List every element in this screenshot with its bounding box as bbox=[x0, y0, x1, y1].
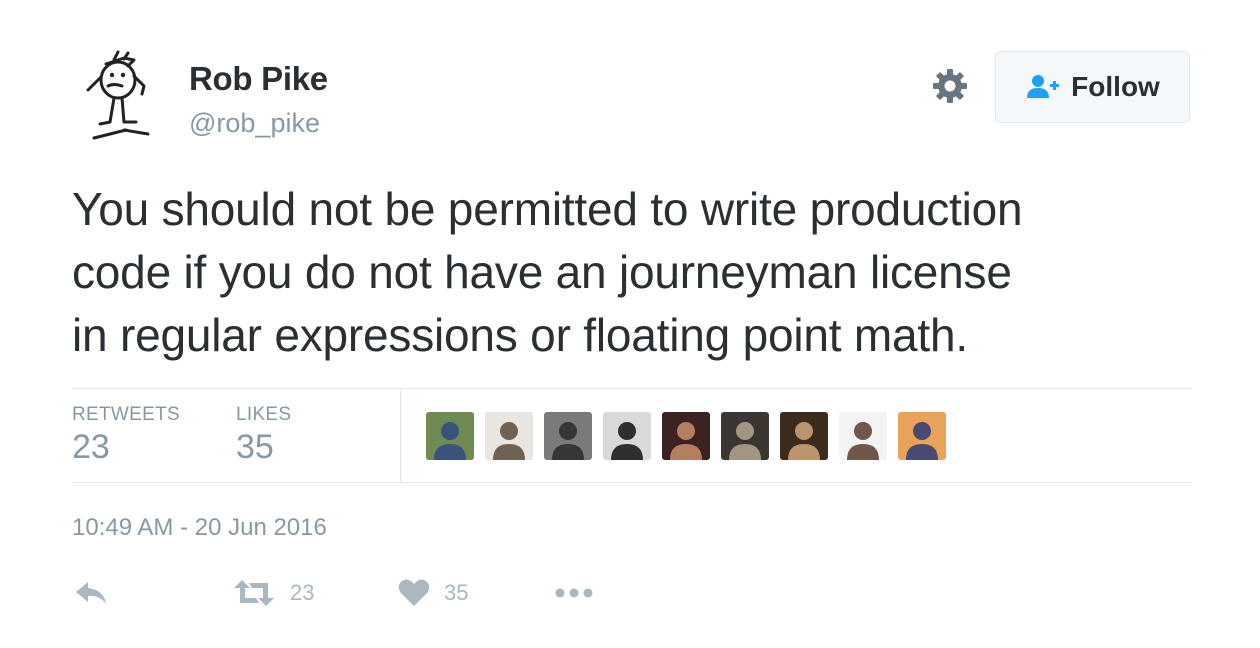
liker-avatars bbox=[426, 412, 946, 460]
liker-avatar-7[interactable] bbox=[780, 412, 828, 460]
retweet-count: 23 bbox=[290, 580, 315, 605]
heart-icon bbox=[398, 579, 430, 606]
liker-avatar-1[interactable] bbox=[426, 412, 474, 460]
likes-count[interactable]: 35 bbox=[236, 428, 274, 467]
retweet-icon bbox=[234, 580, 274, 606]
stats-divider bbox=[400, 389, 401, 482]
more-button[interactable] bbox=[554, 578, 594, 608]
stick-figure-avatar-icon bbox=[86, 50, 150, 140]
liker-avatar-9[interactable] bbox=[898, 412, 946, 460]
retweets-count[interactable]: 23 bbox=[72, 428, 110, 467]
tweet-text-line: code if you do not have an journeyman li… bbox=[72, 246, 1012, 298]
liker-avatar-6[interactable] bbox=[721, 412, 769, 460]
follow-button[interactable]: Follow bbox=[995, 51, 1190, 123]
gear-icon[interactable] bbox=[930, 66, 970, 106]
liker-avatar-4[interactable] bbox=[603, 412, 651, 460]
tweet-timestamp[interactable]: 10:49 AM - 20 Jun 2016 bbox=[72, 514, 327, 542]
liker-avatar-3[interactable] bbox=[544, 412, 592, 460]
more-icon bbox=[555, 588, 593, 598]
tweet-text-line: in regular expressions or floating point… bbox=[72, 309, 968, 361]
like-button[interactable]: 35 bbox=[398, 578, 468, 608]
reply-button[interactable] bbox=[74, 578, 110, 608]
divider bbox=[72, 482, 1192, 483]
display-name[interactable]: Rob Pike bbox=[189, 60, 328, 98]
liker-avatar-5[interactable] bbox=[662, 412, 710, 460]
liker-avatar-8[interactable] bbox=[839, 412, 887, 460]
liker-avatar-2[interactable] bbox=[485, 412, 533, 460]
avatar[interactable] bbox=[84, 50, 160, 142]
retweets-label[interactable]: RETWEETS bbox=[72, 404, 180, 426]
user-handle[interactable]: @rob_pike bbox=[189, 108, 320, 139]
tweet-text: You should not be permitted to write pro… bbox=[72, 178, 1192, 367]
follow-label: Follow bbox=[1071, 71, 1160, 102]
likes-label[interactable]: LIKES bbox=[236, 404, 291, 426]
retweet-button[interactable]: 23 bbox=[232, 578, 314, 608]
add-user-icon bbox=[1027, 75, 1060, 98]
divider bbox=[72, 388, 1192, 389]
like-count: 35 bbox=[444, 580, 469, 605]
tweet-text-line: You should not be permitted to write pro… bbox=[72, 183, 1023, 235]
reply-icon bbox=[76, 582, 106, 604]
